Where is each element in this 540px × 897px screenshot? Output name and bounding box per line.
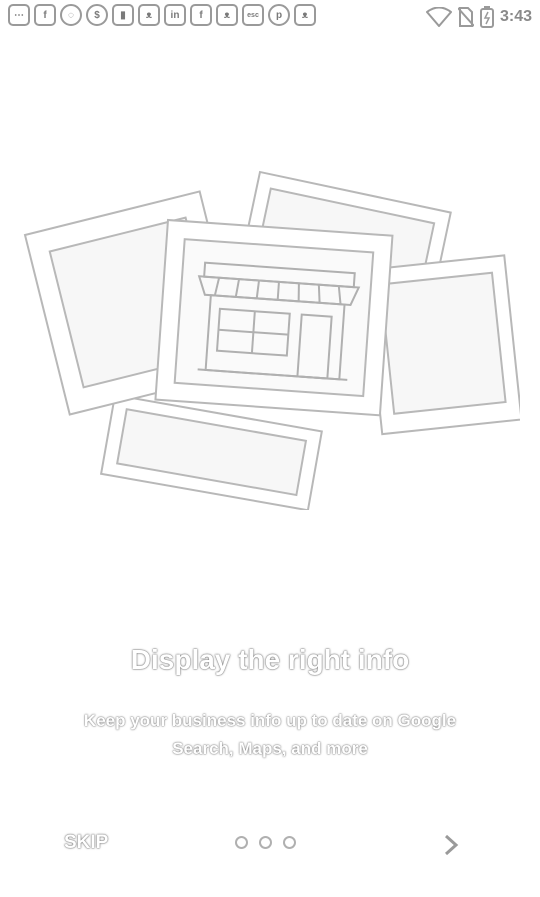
cat-app-icon: ᴥ [138, 4, 160, 26]
onboarding-title: Display the right info [130, 644, 410, 675]
page-indicator [235, 836, 296, 849]
page-dot [235, 836, 248, 849]
facebook-icon: f [34, 4, 56, 26]
status-bar: ⋯ f ◌ $ ▮ ᴥ in f ᴥ esc p ᴥ 3:43 [0, 0, 540, 36]
pinterest-icon: p [268, 4, 290, 26]
wifi-icon [425, 7, 452, 27]
more-icon: ⋯ [8, 4, 30, 26]
battery-icon [479, 6, 494, 28]
cat-app-icon: ᴥ [216, 4, 238, 26]
page-dot [283, 836, 296, 849]
photo-frame-bottom [99, 393, 323, 510]
notification-icons: ⋯ f ◌ $ ▮ ᴥ in f ᴥ esc p ᴥ [8, 4, 316, 26]
money-bag-icon: $ [86, 4, 108, 26]
cat-app-icon: ᴥ [294, 4, 316, 26]
esc-icon: esc [242, 4, 264, 26]
clock: 3:43 [499, 8, 532, 25]
photos-illustration [23, 170, 520, 510]
skip-button[interactable]: SKIP [64, 832, 108, 854]
linkedin-icon: in [164, 4, 186, 26]
facebook-icon: f [190, 4, 212, 26]
onboarding-subtitle: Keep your business info up to date on Go… [83, 711, 457, 758]
chevron-right-icon [444, 834, 459, 856]
page-dot [259, 836, 272, 849]
no-sim-icon [457, 7, 474, 27]
sim-icon: ▮ [112, 4, 134, 26]
next-button[interactable] [440, 832, 464, 858]
whatsapp-icon: ◌ [60, 4, 82, 26]
system-icons: 3:43 [425, 6, 532, 28]
photo-frame-center [154, 218, 394, 417]
